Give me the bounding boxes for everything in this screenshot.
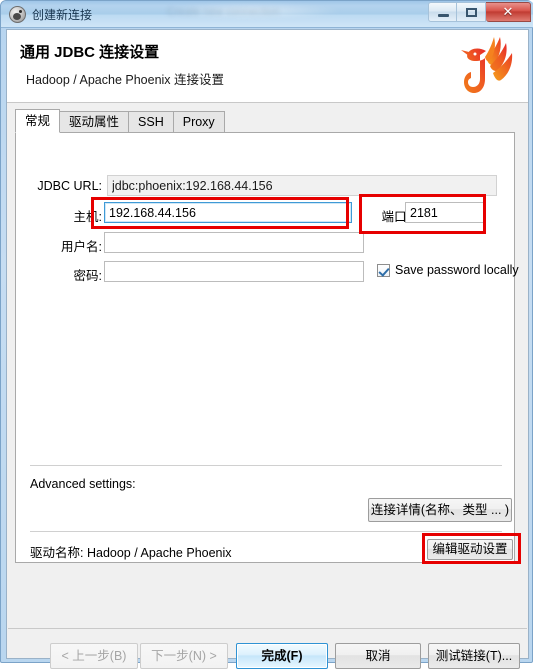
host-label: 主机:: [73, 210, 102, 224]
tab-proxy[interactable]: Proxy: [172, 111, 225, 133]
maximize-icon: [466, 8, 477, 17]
tab-ssh-label: SSH: [138, 115, 164, 129]
tab-driver-properties-label: 驱动属性: [69, 115, 120, 129]
port-field[interactable]: [405, 202, 485, 223]
edit-driver-settings-button[interactable]: 编辑驱动设置: [427, 539, 513, 560]
next-button[interactable]: 下一步(N) >: [140, 643, 228, 669]
titlebar-glow: [161, 3, 341, 19]
finish-button[interactable]: 完成(F): [236, 643, 328, 669]
dialog-client: 通用 JDBC 连接设置 Hadoop / Apache Phoenix 连接设…: [6, 29, 529, 669]
page-subtitle: Hadoop / Apache Phoenix 连接设置: [26, 73, 225, 87]
titlebar-ghost-text: Create new connection: [167, 6, 280, 18]
window-title: 创建新连接: [32, 8, 93, 22]
title-bar[interactable]: Create new connection 创建新连接 ✕: [1, 1, 533, 28]
close-button[interactable]: ✕: [486, 2, 531, 22]
dialog-header: 通用 JDBC 连接设置 Hadoop / Apache Phoenix 连接设…: [7, 30, 528, 103]
host-field[interactable]: [104, 202, 352, 223]
page-title: 通用 JDBC 连接设置: [20, 44, 160, 61]
dialog-window: Create new connection 创建新连接 ✕ 通用 JDBC 连接…: [0, 0, 533, 669]
apache-phoenix-logo: [461, 37, 513, 93]
driver-name-label: 驱动名称:: [30, 546, 84, 560]
save-password-label: Save password locally: [395, 263, 519, 277]
advanced-settings-label: Advanced settings:: [30, 477, 136, 491]
tab-strip: 常规 驱动属性 SSH Proxy: [15, 109, 225, 133]
driver-name-value: Hadoop / Apache Phoenix: [86, 546, 232, 560]
password-label: 密码:: [73, 269, 102, 283]
beaver-icon: [9, 6, 26, 23]
advanced-separator-top: [30, 465, 502, 466]
minimize-button[interactable]: [428, 2, 457, 22]
username-field[interactable]: [104, 232, 364, 253]
tab-general[interactable]: 常规: [15, 109, 61, 133]
port-label: 端口:: [381, 210, 410, 224]
footer-button-bar: < 上一步(B) 下一步(N) > 完成(F) 取消 测试链接(T)...: [7, 629, 528, 669]
tab-proxy-label: Proxy: [182, 115, 215, 129]
username-label: 用户名:: [61, 240, 102, 254]
maximize-button[interactable]: [457, 2, 486, 22]
close-icon: ✕: [502, 4, 514, 19]
general-tab-panel: JDBC URL: 主机: 端口: 用户名: 密码: Save password…: [15, 132, 519, 563]
password-field[interactable]: [104, 261, 364, 282]
tab-ssh[interactable]: SSH: [128, 111, 174, 133]
minimize-icon: [438, 14, 449, 17]
jdbc-url-field[interactable]: [107, 175, 497, 196]
advanced-separator-bottom: [30, 531, 502, 532]
save-password-checkbox[interactable]: [377, 263, 390, 277]
connection-details-button[interactable]: 连接详情(名称、类型 ... ): [368, 498, 512, 522]
tab-general-label: 常规: [25, 114, 51, 128]
save-password-row[interactable]: Save password locally: [377, 263, 519, 277]
test-connection-button[interactable]: 测试链接(T)...: [428, 643, 520, 669]
jdbc-url-label: JDBC URL:: [37, 179, 102, 193]
cancel-button[interactable]: 取消: [335, 643, 421, 669]
previous-button[interactable]: < 上一步(B): [50, 643, 138, 669]
driver-name-row: 驱动名称: Hadoop / Apache Phoenix: [30, 542, 232, 561]
tab-driver-properties[interactable]: 驱动属性: [59, 111, 130, 133]
window-controls: ✕: [428, 2, 531, 22]
